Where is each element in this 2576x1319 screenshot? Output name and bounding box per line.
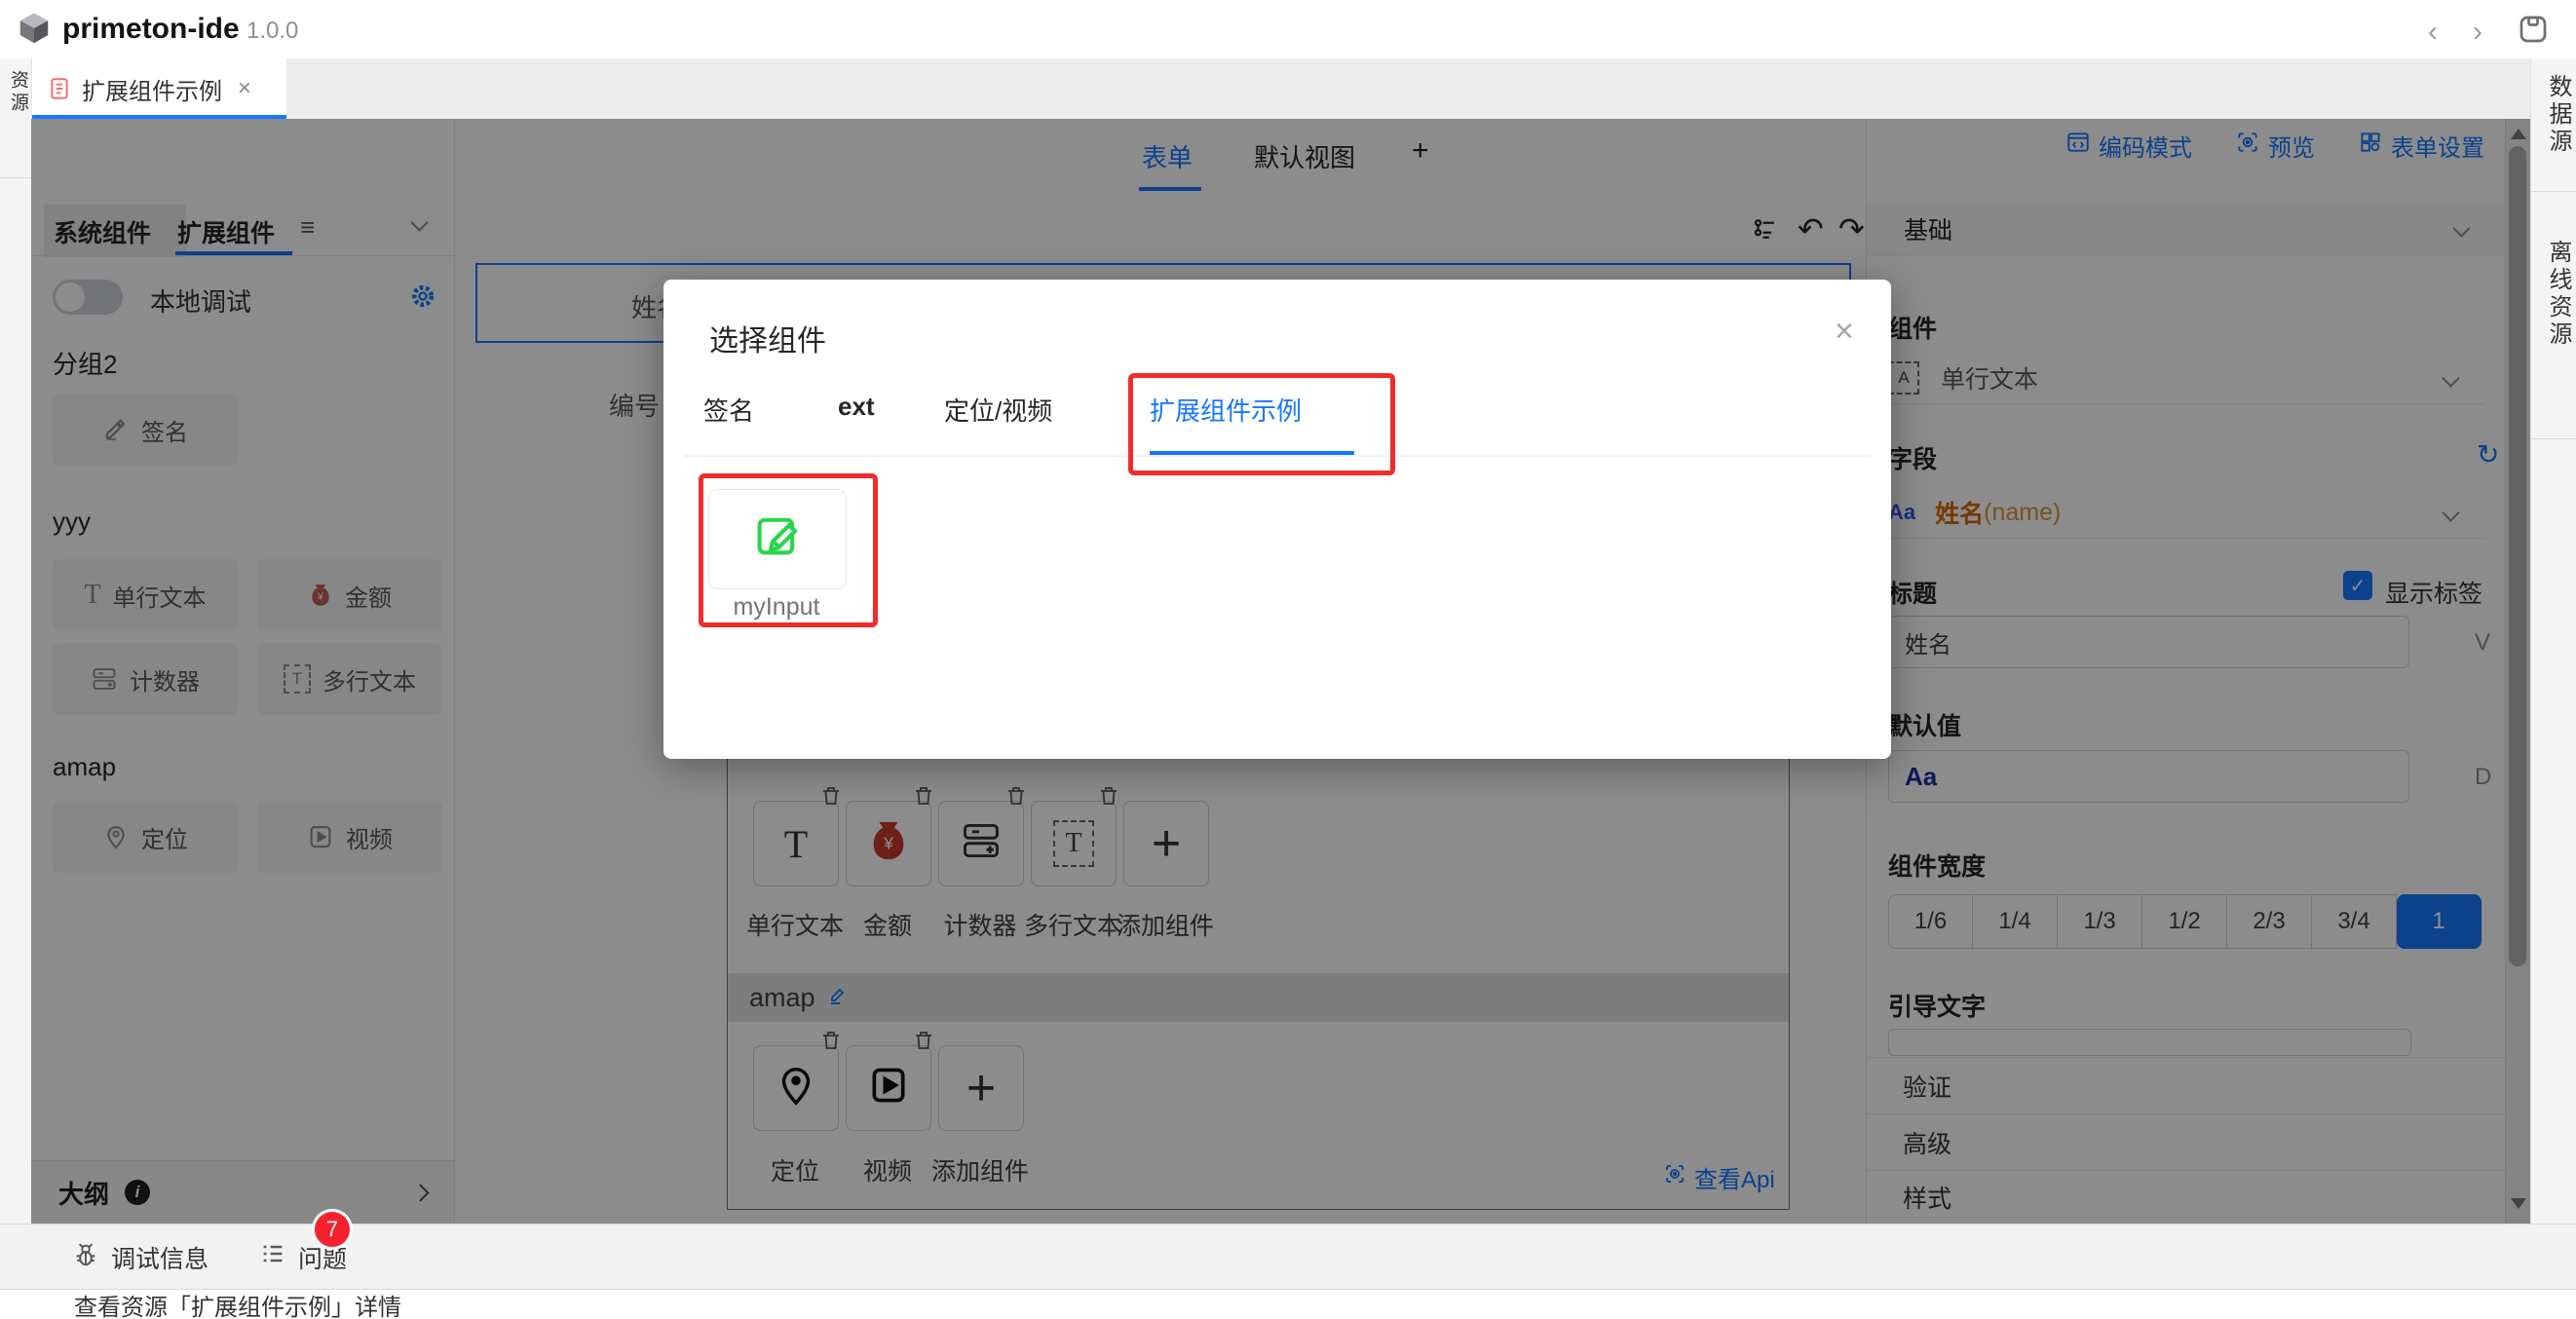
offline-resources-strip-tab[interactable]: 离线资源: [2541, 240, 2575, 349]
status-text: 查看资源「扩展组件示例」详情: [74, 1288, 401, 1319]
dialog-close-icon[interactable]: ×: [1835, 313, 1854, 351]
status-bar: 查看资源「扩展组件示例」详情: [0, 1289, 2576, 1319]
app-logo-icon: [16, 11, 53, 55]
title-bar: primeton-ide 1.0.0 ‹ ›: [0, 0, 2576, 59]
nav-forward-button[interactable]: ›: [2473, 16, 2482, 49]
bug-icon: [72, 1240, 99, 1274]
document-tab[interactable]: 扩展组件示例 ×: [31, 58, 286, 119]
bottom-toolbar: 调试信息 问题: [0, 1224, 2576, 1290]
nav-back-button[interactable]: ‹: [2428, 16, 2438, 49]
dialog-tab-signature[interactable]: 签名: [703, 392, 754, 428]
dialog-tab-location-video[interactable]: 定位/视频: [944, 392, 1052, 428]
resources-strip-tab[interactable]: 资源: [5, 70, 31, 115]
app-window: primeton-ide 1.0.0 ‹ › 扩展组件示例 × 资源 数据源 离…: [0, 0, 2576, 1319]
annotation-box-tab: [1128, 373, 1395, 475]
app-version: 1.0.0: [246, 18, 298, 45]
list-icon: [259, 1240, 286, 1274]
annotation-box-myinput: [699, 473, 878, 627]
issues-count-badge[interactable]: 7: [312, 1209, 353, 1250]
document-tabstrip: [31, 58, 2530, 120]
debug-info-button[interactable]: 调试信息: [72, 1240, 208, 1275]
tab-close-icon[interactable]: ×: [238, 75, 251, 102]
left-activity-strip: 资源: [0, 58, 32, 1224]
document-tab-label: 扩展组件示例: [82, 72, 222, 106]
datasource-strip-tab[interactable]: 数据源: [2541, 74, 2575, 156]
save-button[interactable]: [2516, 12, 2551, 54]
right-activity-strip: 数据源 离线资源: [2530, 58, 2576, 1224]
document-icon: [47, 76, 72, 101]
app-title: primeton-ide: [62, 13, 240, 46]
debug-info-label: 调试信息: [111, 1240, 208, 1275]
dialog-title: 选择组件: [709, 317, 826, 359]
dialog-tab-ext[interactable]: ext: [838, 392, 875, 422]
